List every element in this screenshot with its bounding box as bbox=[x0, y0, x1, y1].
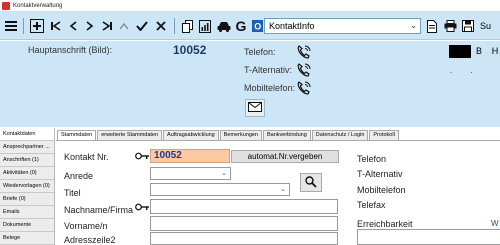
chevron-down-icon: ⌄ bbox=[221, 170, 227, 177]
last-record-icon[interactable] bbox=[101, 16, 113, 36]
phone-alternative-label: T-Alternativ: bbox=[244, 65, 293, 75]
toolbar-right-label: Su bbox=[480, 21, 492, 31]
car-icon[interactable] bbox=[216, 16, 231, 36]
titel-select[interactable]: ⌄ bbox=[150, 183, 290, 196]
adresszeile-label: Adresszeile2 bbox=[64, 235, 116, 245]
contact-number-display: 10052 bbox=[173, 43, 207, 57]
envelope-icon bbox=[248, 102, 262, 114]
titel-label: Titel bbox=[64, 188, 81, 198]
color-swatch[interactable] bbox=[449, 45, 471, 58]
copy-icon[interactable] bbox=[180, 16, 194, 36]
toolbar: G O KontaktInfo ⌄ Su bbox=[0, 12, 500, 40]
window-title: Kontaktverwaltung bbox=[13, 3, 63, 9]
toolbar-separator bbox=[23, 18, 24, 34]
telefax-label: Telefax bbox=[357, 200, 386, 210]
kontakt-nr-field[interactable]: 10052 bbox=[150, 149, 230, 163]
key-icon[interactable] bbox=[135, 202, 149, 212]
svg-text:O: O bbox=[254, 22, 261, 32]
sidebar-item-aktivitaeten[interactable]: Aktivitäten (0) bbox=[0, 167, 54, 180]
view-select[interactable]: KontaktInfo ⌄ bbox=[264, 18, 421, 34]
email-button[interactable] bbox=[245, 99, 265, 117]
adresszeile-field[interactable] bbox=[150, 232, 338, 245]
heading-button[interactable]: H bbox=[488, 45, 500, 58]
outlook-icon[interactable]: O bbox=[251, 16, 263, 36]
header-panel: Hauptanschrift (Bild): 10052 Telefon: T-… bbox=[0, 41, 500, 127]
app-icon bbox=[2, 2, 10, 10]
phone-icon[interactable] bbox=[296, 44, 312, 60]
main-address-label: Hauptanschrift (Bild): bbox=[28, 45, 113, 55]
erreichbarkeit-field[interactable] bbox=[357, 229, 500, 245]
chevron-down-icon: ⌄ bbox=[280, 186, 286, 193]
save-icon[interactable] bbox=[461, 16, 475, 36]
tab-bemerkungen[interactable]: Bemerkungen bbox=[219, 130, 262, 140]
tab-datenschutz-login[interactable]: Datenschutz / Login bbox=[311, 130, 369, 140]
tab-auftragsabwicklung[interactable]: Auftragsabwicklung bbox=[163, 130, 219, 140]
toolbar-separator bbox=[174, 18, 175, 34]
mobile-phone-label: Mobiltelefon: bbox=[244, 83, 296, 93]
chart-icon[interactable] bbox=[198, 16, 212, 36]
collapse-icon[interactable] bbox=[118, 16, 130, 36]
tab-erweiterte-stammdaten[interactable]: erweiterte Stammdaten bbox=[97, 130, 163, 140]
search-button[interactable] bbox=[300, 173, 322, 192]
view-select-value: KontaktInfo bbox=[269, 21, 315, 31]
google-icon[interactable]: G bbox=[234, 16, 248, 36]
header-dots: . . bbox=[450, 66, 481, 75]
confirm-icon[interactable] bbox=[135, 16, 149, 36]
erreichbarkeit-link[interactable]: W bbox=[491, 219, 499, 228]
mobiltelefon-label: Mobiltelefon bbox=[357, 185, 406, 195]
sidebar-item-anschriften[interactable]: Anschriften (1) bbox=[0, 154, 54, 167]
kontakt-nr-label: Kontakt Nr. bbox=[64, 152, 109, 162]
sidebar: Kontaktdaten Ansprechpartner ... Anschri… bbox=[0, 128, 55, 245]
nachname-field[interactable] bbox=[150, 199, 338, 214]
title-bar: Kontaktverwaltung bbox=[0, 0, 500, 12]
next-record-icon[interactable] bbox=[84, 16, 96, 36]
search-icon bbox=[305, 175, 317, 190]
telefon-label: Telefon bbox=[357, 154, 387, 164]
anrede-label: Anrede bbox=[64, 171, 94, 181]
menu-icon[interactable] bbox=[4, 16, 18, 36]
vorname-label: Vorname/n bbox=[64, 221, 108, 231]
erreichbarkeit-label: Erreichbarkeit bbox=[357, 219, 413, 229]
phone-icon[interactable] bbox=[296, 62, 312, 78]
sidebar-item-ansprechpartner[interactable]: Ansprechpartner ... bbox=[0, 141, 54, 154]
cancel-icon[interactable] bbox=[154, 16, 168, 36]
sidebar-item-belege[interactable]: Belege bbox=[0, 232, 54, 245]
sidebar-item-briefe[interactable]: Briefe (0) bbox=[0, 193, 54, 206]
generate-number-button[interactable]: automat.Nr.vergeben bbox=[231, 150, 339, 163]
chevron-down-icon: ⌄ bbox=[410, 21, 417, 30]
phone-label: Telefon: bbox=[244, 47, 276, 57]
anrede-select[interactable]: ⌄ bbox=[150, 167, 231, 180]
nachname-label: Nachname/Firma bbox=[64, 205, 134, 215]
key-icon[interactable] bbox=[135, 151, 149, 161]
sidebar-item-dokumente[interactable]: Dokumente bbox=[0, 219, 54, 232]
previous-record-icon[interactable] bbox=[67, 16, 79, 36]
sidebar-item-wiedervorlagen[interactable]: Wiedervorlagen (0) bbox=[0, 180, 54, 193]
bold-button[interactable]: B bbox=[472, 45, 486, 58]
tab-stammdaten[interactable]: Stammdaten bbox=[57, 130, 97, 140]
tab-bankverbindung[interactable]: Bankverbindung bbox=[263, 130, 311, 140]
add-icon[interactable] bbox=[29, 16, 45, 36]
tab-protokoll[interactable]: Protokoll bbox=[369, 130, 399, 140]
phone-icon[interactable] bbox=[296, 80, 312, 96]
vorname-field[interactable] bbox=[150, 216, 338, 231]
first-record-icon[interactable] bbox=[50, 16, 62, 36]
sidebar-item-emails[interactable]: Emails bbox=[0, 206, 54, 219]
sidebar-item-kontaktdaten[interactable]: Kontaktdaten bbox=[0, 128, 54, 141]
document-icon[interactable] bbox=[426, 16, 438, 36]
tab-bar: Stammdaten erweiterte Stammdaten Auftrag… bbox=[57, 130, 400, 140]
t-alternativ-label: T-Alternativ bbox=[357, 169, 403, 179]
print-icon[interactable] bbox=[443, 16, 457, 36]
